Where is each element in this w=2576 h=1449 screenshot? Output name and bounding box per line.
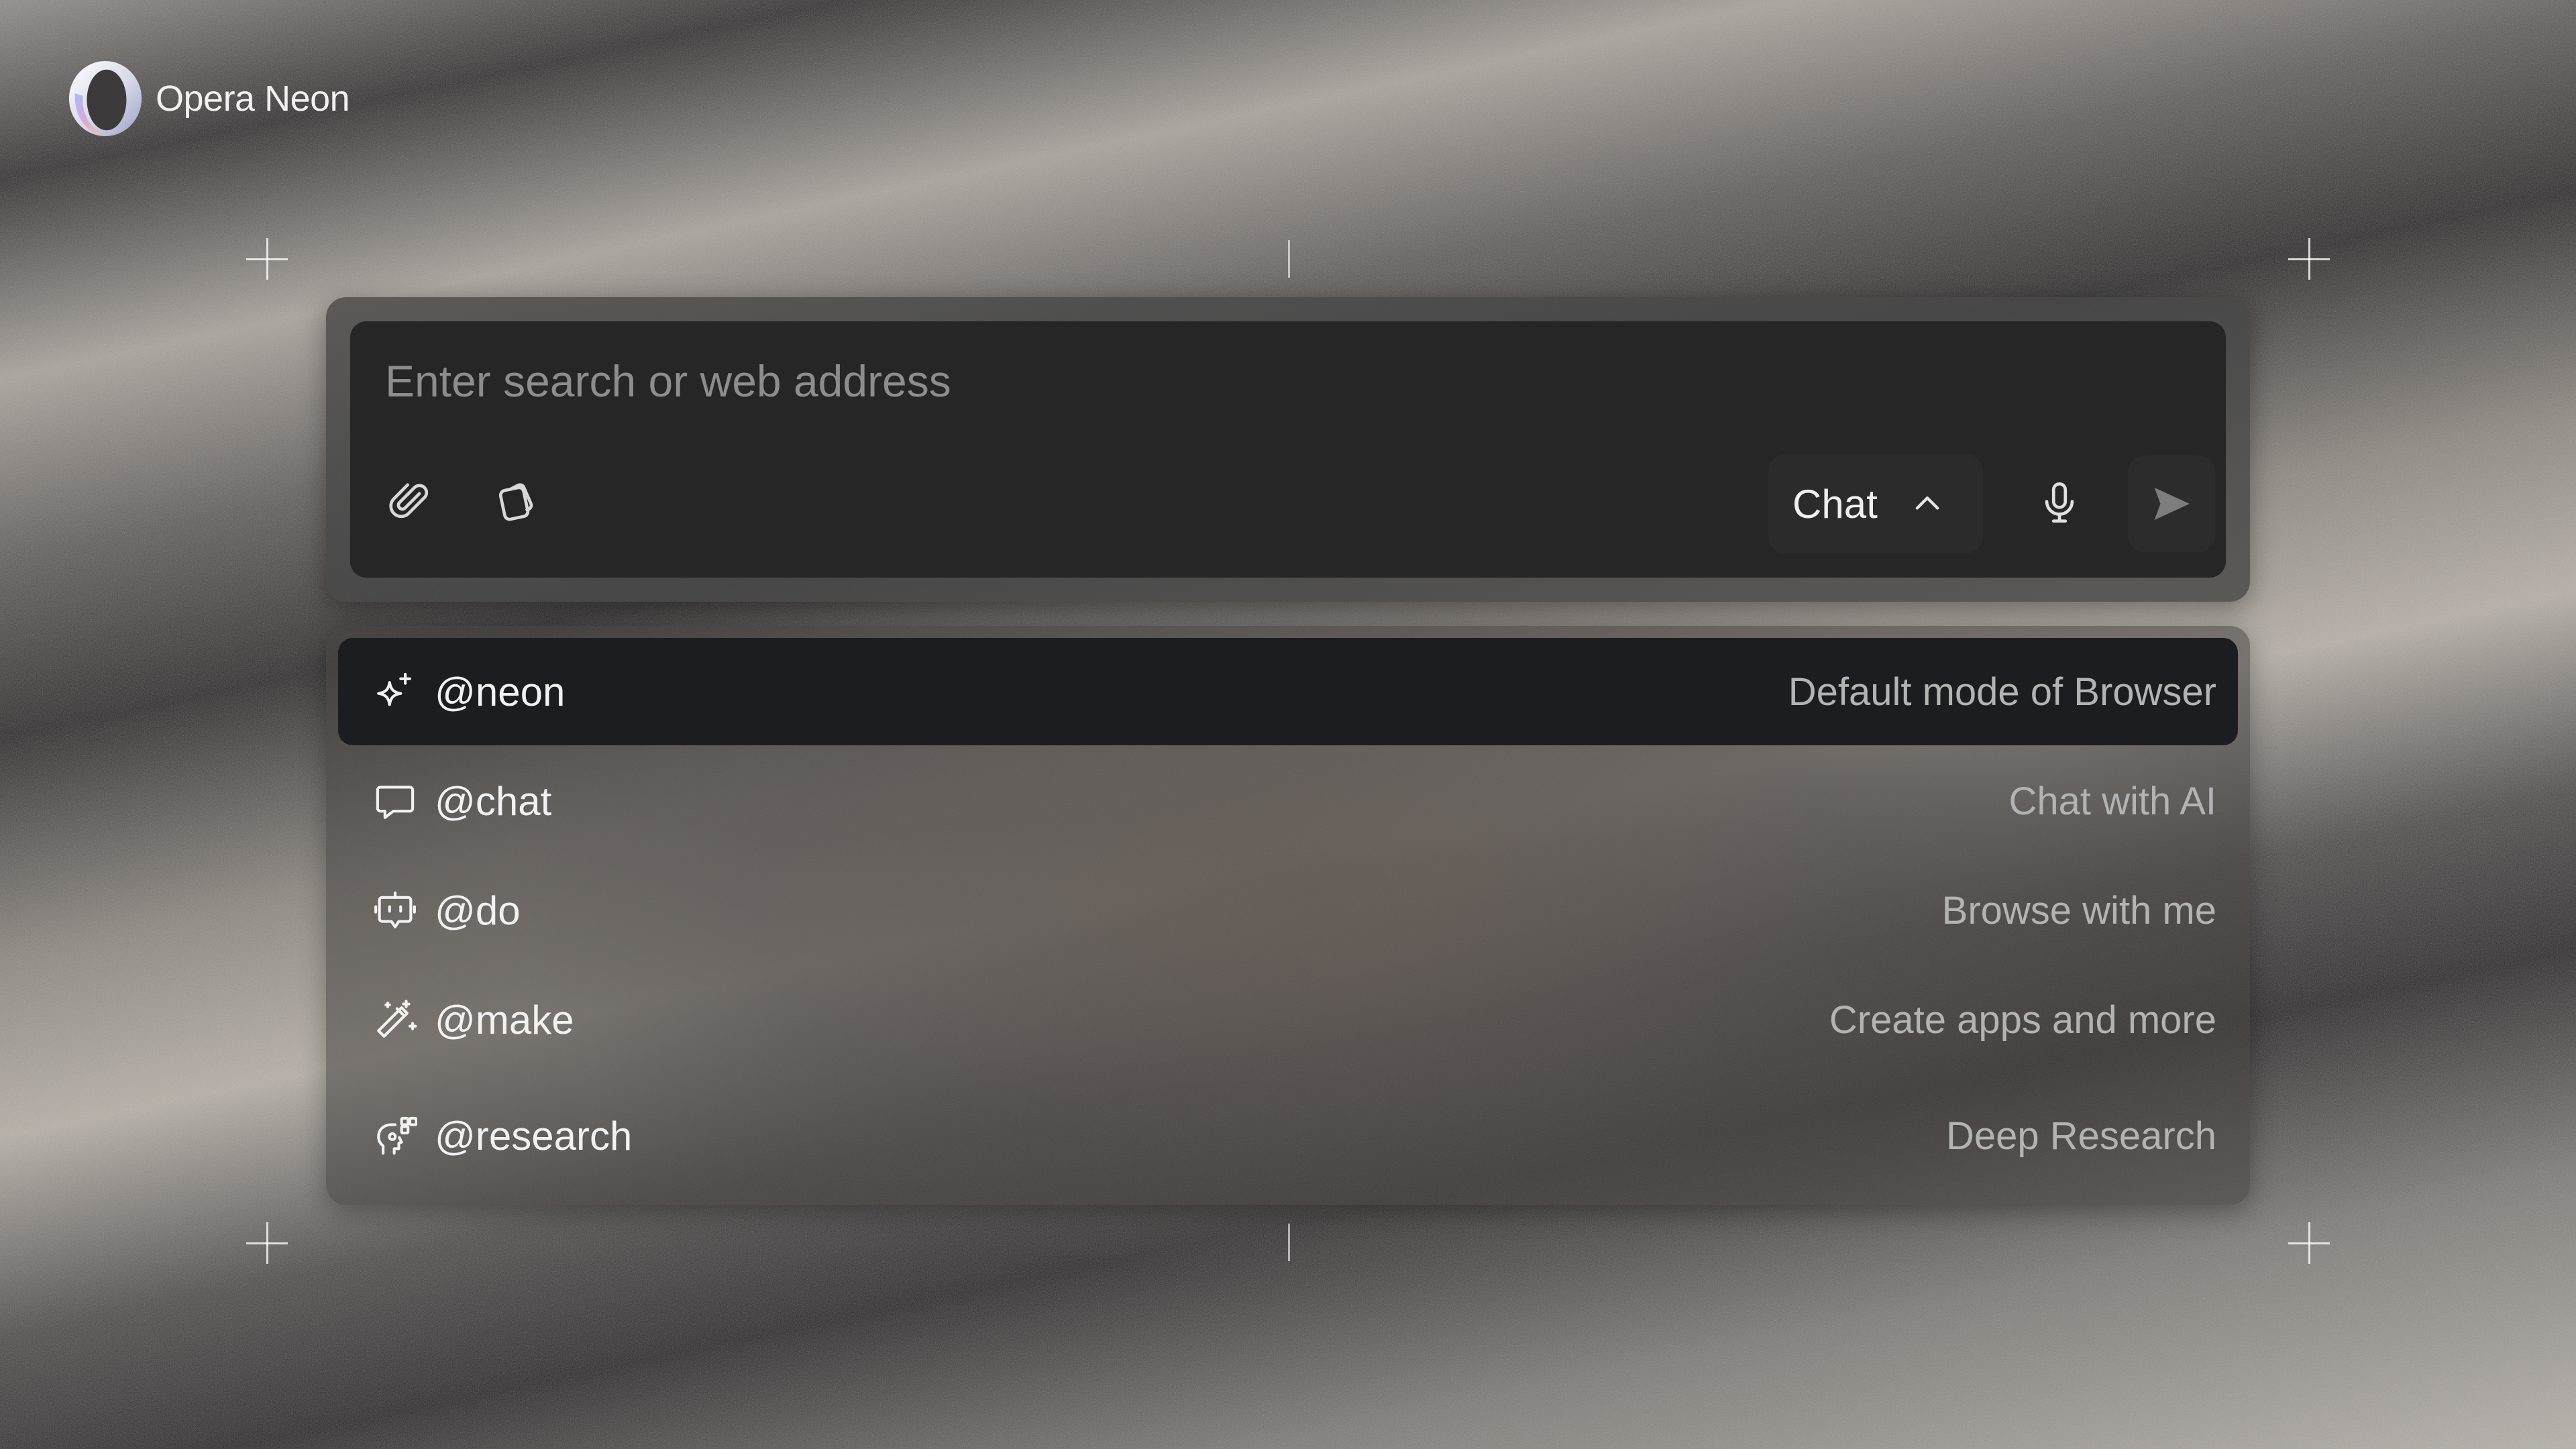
search-box: Chat	[350, 321, 2226, 578]
command-description: Browse with me	[1941, 888, 2216, 932]
chat-bubble-icon	[376, 786, 415, 819]
send-icon	[2154, 487, 2190, 521]
center-tick-bottom	[1288, 1224, 1290, 1261]
command-description: Deep Research	[1946, 1114, 2216, 1158]
search-input[interactable]	[385, 351, 2129, 411]
tabs-icon	[498, 483, 533, 521]
list-item-research[interactable]: @research Deep Research	[338, 1082, 2238, 1189]
send-button[interactable]	[2128, 455, 2215, 552]
corner-marker-top-right	[2288, 238, 2330, 280]
corner-marker-bottom-right	[2288, 1222, 2330, 1264]
command-suggestions-list: @neon Default mode of Browser @chat Chat…	[326, 626, 2250, 1205]
magic-wand-icon	[377, 1000, 417, 1038]
command-name: @chat	[435, 778, 552, 824]
app-logo: Opera Neon	[66, 59, 350, 138]
attach-button[interactable]	[370, 462, 451, 543]
paperclip-icon	[389, 483, 429, 519]
corner-marker-top-left	[246, 238, 288, 280]
list-item-do[interactable]: @do Browse with me	[338, 857, 2238, 964]
center-tick-top	[1288, 240, 1290, 278]
command-description: Chat with AI	[2008, 779, 2216, 823]
mode-label: Chat	[1792, 481, 1878, 527]
command-name: @research	[435, 1113, 633, 1159]
command-description: Create apps and more	[1829, 998, 2216, 1042]
microphone-icon	[2045, 482, 2074, 523]
research-icon	[377, 1116, 417, 1155]
command-name: @neon	[435, 669, 566, 714]
search-panel: Chat	[326, 297, 2250, 602]
mode-selector-button[interactable]: Chat	[1768, 454, 1983, 553]
corner-marker-bottom-left	[246, 1222, 288, 1264]
agent-bot-icon	[374, 891, 416, 928]
tabs-button[interactable]	[475, 462, 555, 543]
brand-name: Opera Neon	[156, 78, 350, 119]
list-item-make[interactable]: @make Create apps and more	[338, 966, 2238, 1073]
chevron-up-icon	[1915, 496, 1939, 510]
command-description: Default mode of Browser	[1788, 669, 2216, 714]
command-name: @make	[435, 997, 574, 1042]
list-item-chat[interactable]: @chat Chat with AI	[338, 747, 2238, 855]
command-name: @do	[435, 888, 521, 933]
opera-neon-logo-icon	[68, 60, 142, 137]
voice-input-button[interactable]	[2019, 462, 2100, 543]
sparkle-icon	[377, 672, 412, 706]
list-item-neon[interactable]: @neon Default mode of Browser	[338, 638, 2238, 745]
